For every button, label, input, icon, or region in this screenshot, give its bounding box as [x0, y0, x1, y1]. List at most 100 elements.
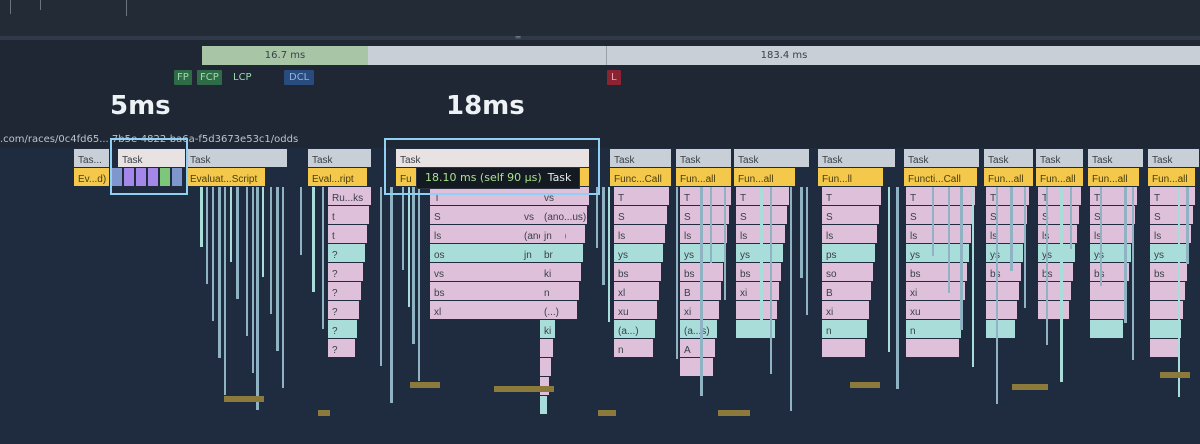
script-block[interactable]: Eval...ript [308, 168, 367, 186]
function-block[interactable]: ys [906, 244, 969, 262]
function-block[interactable]: T [1090, 187, 1137, 205]
function-block[interactable]: n [822, 320, 867, 338]
function-block[interactable]: ls [680, 225, 727, 243]
function-block[interactable]: br [540, 244, 563, 262]
script-block[interactable]: Fun...all [984, 168, 1033, 186]
function-block[interactable]: bs [1090, 263, 1129, 281]
function-block[interactable]: ls [614, 225, 665, 243]
task-block[interactable]: Task [308, 149, 371, 167]
function-block[interactable] [1038, 282, 1071, 300]
function-block[interactable]: S [680, 206, 729, 224]
function-block[interactable]: T [614, 187, 669, 205]
script-block[interactable]: Functi...Call [904, 168, 977, 186]
function-block[interactable] [540, 339, 553, 357]
function-block[interactable]: bs [906, 263, 967, 281]
task-block[interactable]: Task [186, 149, 287, 167]
function-block[interactable] [1038, 301, 1069, 319]
function-block[interactable] [822, 339, 865, 357]
function-block[interactable]: ? [328, 282, 361, 300]
function-block[interactable]: bs [1038, 263, 1073, 281]
function-block[interactable]: (a...s) [680, 320, 717, 338]
function-block[interactable]: xi [680, 301, 719, 319]
marker-dcl[interactable]: DCL [284, 70, 315, 85]
function-block[interactable]: n [906, 320, 961, 338]
function-block[interactable] [540, 358, 551, 376]
function-block[interactable]: bs [1150, 263, 1187, 281]
script-block[interactable]: Ev...d) [74, 168, 109, 186]
function-block[interactable]: ? [328, 244, 365, 262]
task-block[interactable]: Task [610, 149, 671, 167]
task-block[interactable]: Task [984, 149, 1033, 167]
function-block[interactable]: ? [328, 339, 355, 357]
task-block[interactable]: Task [818, 149, 895, 167]
function-block[interactable]: ki [540, 320, 555, 338]
frame-bar-1[interactable]: 16.7 ms [202, 46, 368, 65]
function-block[interactable] [906, 339, 959, 357]
script-block[interactable]: Fun...all [734, 168, 795, 186]
script-block[interactable]: Evaluat...Script [186, 168, 265, 186]
function-block[interactable]: ys [1150, 244, 1189, 262]
function-block[interactable]: ys [986, 244, 1023, 262]
function-block[interactable]: ys [736, 244, 783, 262]
function-block[interactable]: S [1038, 206, 1079, 224]
function-block[interactable]: n [540, 282, 559, 300]
function-block[interactable] [540, 396, 547, 414]
task-block[interactable]: Tas... [74, 149, 109, 167]
function-block[interactable]: T [986, 187, 1029, 205]
script-block[interactable]: Fun...all [1036, 168, 1083, 186]
function-block[interactable] [1150, 320, 1181, 338]
function-block[interactable] [986, 282, 1019, 300]
script-block[interactable]: Fun...ll [818, 168, 883, 186]
function-block[interactable]: xu [906, 301, 963, 319]
function-block[interactable]: ys [1038, 244, 1075, 262]
marker-lcp[interactable]: LCP [230, 70, 255, 85]
function-block[interactable]: xi [736, 282, 779, 300]
function-block[interactable]: T [1038, 187, 1081, 205]
function-block[interactable]: ls [822, 225, 877, 243]
function-block[interactable] [986, 301, 1017, 319]
function-block[interactable]: S [986, 206, 1027, 224]
function-block[interactable]: t [328, 225, 367, 243]
function-block[interactable]: ? [328, 320, 357, 338]
function-block[interactable] [680, 358, 713, 376]
function-block[interactable]: xl [614, 282, 659, 300]
task-block[interactable]: Task [1148, 149, 1199, 167]
marker-load[interactable]: L [607, 70, 621, 85]
function-block[interactable]: ls [1150, 225, 1191, 243]
task-block[interactable]: Task [676, 149, 731, 167]
function-block[interactable]: bs [986, 263, 1021, 281]
task-block[interactable]: Task [904, 149, 979, 167]
function-block[interactable] [1090, 320, 1123, 338]
function-block[interactable]: (a...) [614, 320, 655, 338]
function-block[interactable]: t [328, 206, 369, 224]
function-block[interactable]: xu [614, 301, 657, 319]
script-block[interactable]: Fun...all [676, 168, 731, 186]
function-block[interactable] [736, 320, 775, 338]
function-block[interactable]: (...) [540, 301, 559, 319]
function-block[interactable]: T [822, 187, 881, 205]
function-block[interactable] [1090, 301, 1125, 319]
function-block[interactable] [1090, 282, 1127, 300]
function-block[interactable]: ps [822, 244, 875, 262]
task-block[interactable]: Task [1088, 149, 1143, 167]
function-block[interactable]: ys [614, 244, 663, 262]
function-block[interactable]: ? [328, 263, 363, 281]
script-block[interactable]: Func...Call [610, 168, 671, 186]
function-block[interactable]: S [614, 206, 667, 224]
function-block[interactable]: ? [328, 301, 359, 319]
script-block[interactable]: Fun...all [1148, 168, 1195, 186]
function-block[interactable] [1150, 339, 1179, 357]
function-block[interactable] [986, 320, 1015, 338]
function-block[interactable]: S [1090, 206, 1135, 224]
function-block[interactable]: A [680, 339, 715, 357]
function-block[interactable]: xi [906, 282, 965, 300]
function-block[interactable]: xi [822, 301, 869, 319]
script-block[interactable]: Fun...all [1088, 168, 1139, 186]
function-block[interactable]: jn [540, 225, 565, 243]
marker-fcp[interactable]: FCP [197, 70, 222, 85]
frame-bar-2[interactable]: 183.4 ms [368, 46, 1200, 65]
function-block[interactable]: T [906, 187, 975, 205]
function-block[interactable]: n [614, 339, 653, 357]
function-block[interactable]: T [680, 187, 731, 205]
overview-strip[interactable] [0, 0, 1200, 36]
